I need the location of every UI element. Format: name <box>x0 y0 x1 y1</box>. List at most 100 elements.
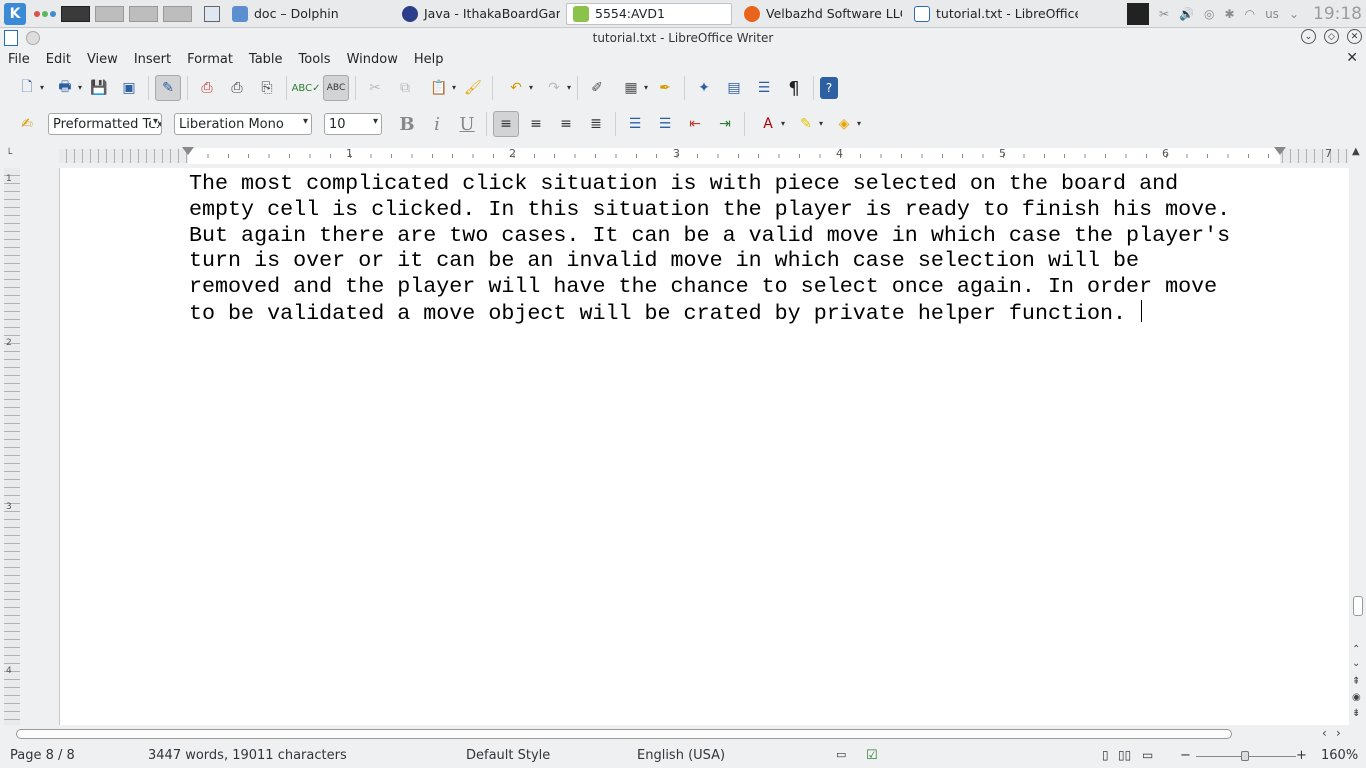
undo-icon[interactable]: ↶ <box>499 75 533 101</box>
autospellcheck-icon[interactable]: ABC <box>323 75 349 101</box>
bluetooth-icon[interactable]: ✱ <box>1225 7 1235 21</box>
print-direct-icon[interactable]: ⎙ <box>224 75 250 101</box>
export-pdf-icon[interactable]: ⎙ <box>194 75 220 101</box>
document-page[interactable]: The most complicated click situation is … <box>59 168 1349 725</box>
print-icon[interactable]: 🖶 <box>48 75 82 101</box>
underline-icon[interactable]: U <box>454 111 480 137</box>
page-indicator[interactable]: Page 8 / 8 <box>10 748 75 763</box>
network-icon[interactable]: ◎ <box>1204 7 1214 21</box>
volume-icon[interactable]: 🔊 <box>1179 7 1194 21</box>
print-preview-icon[interactable]: ⎘ <box>254 75 280 101</box>
decrease-indent-icon[interactable]: ⇤ <box>682 111 708 137</box>
page-style[interactable]: Default Style <box>466 748 550 763</box>
menu-file[interactable]: File <box>0 52 38 67</box>
horizontal-scrollbar[interactable]: ‹ › <box>0 726 1366 742</box>
increase-indent-icon[interactable]: ⇥ <box>712 111 738 137</box>
font-size-select[interactable]: 10 ▾ <box>324 113 382 135</box>
tab-stop-type-icon[interactable]: └ <box>6 149 12 160</box>
menu-window[interactable]: Window <box>339 52 406 67</box>
wifi-icon[interactable]: ◠ <box>1245 7 1255 21</box>
menu-table[interactable]: Table <box>241 52 291 67</box>
scroll-right-icon[interactable]: › <box>1336 726 1341 740</box>
close-document-icon[interactable]: ✕ <box>1346 50 1358 66</box>
scroll-up-arrow-icon[interactable]: ⌃ <box>1352 644 1360 655</box>
dropbox-icon[interactable] <box>1127 3 1150 25</box>
clone-formatting-icon[interactable]: 🖌 <box>460 75 486 101</box>
right-indent-marker[interactable] <box>1274 147 1286 155</box>
zoom-in-icon[interactable]: + <box>1296 748 1307 763</box>
keyboard-layout[interactable]: us <box>1265 7 1279 21</box>
redo-icon[interactable]: ↷ <box>537 75 571 101</box>
save-icon[interactable]: 💾 <box>86 75 112 101</box>
close-window-button[interactable]: ✕ <box>1347 29 1362 44</box>
show-draw-functions-icon[interactable]: ✒ <box>652 75 678 101</box>
gallery-icon[interactable]: ▤ <box>721 75 747 101</box>
background-color-icon[interactable]: ◈ <box>827 111 861 137</box>
desktop-4-pager[interactable] <box>163 5 192 22</box>
navigation-icon[interactable]: ◉ <box>1352 692 1361 703</box>
numbering-icon[interactable]: ☰ <box>622 111 648 137</box>
pin-icon[interactable] <box>26 31 40 45</box>
task-libreoffice[interactable]: tutorial.txt - LibreOffice <box>908 3 1078 25</box>
vertical-scrollbar[interactable]: ▲ ⌃ ⌄ ⇞ ◉ ⇟ <box>1350 146 1366 726</box>
menu-view[interactable]: View <box>79 52 126 67</box>
task-firefox[interactable]: Velbazhd Software LLC <box>738 3 902 25</box>
menu-edit[interactable]: Edit <box>38 52 79 67</box>
single-page-view-icon[interactable]: ▯ <box>1102 748 1109 762</box>
horizontal-scroll-thumb[interactable] <box>16 729 1232 739</box>
bullets-icon[interactable]: ☰ <box>652 111 678 137</box>
data-sources-icon[interactable]: ☰ <box>751 75 777 101</box>
desktop-1-pager[interactable] <box>61 5 90 22</box>
task-dolphin[interactable]: doc – Dolphin <box>226 3 390 25</box>
edit-mode-icon[interactable]: ✎ <box>155 75 181 101</box>
formatting-marks-icon[interactable]: ¶ <box>781 75 807 101</box>
writer-app-icon[interactable] <box>4 30 18 46</box>
justify-icon[interactable]: ≣ <box>583 111 609 137</box>
menu-tools[interactable]: Tools <box>291 52 339 67</box>
zoom-out-icon[interactable]: − <box>1180 748 1191 763</box>
help-icon[interactable]: ? <box>820 77 838 99</box>
word-count[interactable]: 3447 words, 19011 characters <box>148 748 347 763</box>
paragraph-style-select[interactable]: Preformatted Text ▾ <box>48 113 162 135</box>
menu-help[interactable]: Help <box>406 52 452 67</box>
activities-icon[interactable] <box>34 10 56 17</box>
document-modified-icon[interactable]: ☑ <box>866 748 878 763</box>
vertical-scroll-thumb[interactable] <box>1353 596 1363 616</box>
font-color-icon[interactable]: A <box>751 111 785 137</box>
left-indent-marker[interactable] <box>182 147 194 155</box>
task-java[interactable]: Java - IthakaBoardGame <box>396 3 560 25</box>
desktop-2-pager[interactable] <box>95 5 124 22</box>
scroll-left-icon[interactable]: ‹ <box>1322 726 1327 740</box>
hyperlink-icon[interactable]: ✐ <box>584 75 610 101</box>
scroll-down-arrow-icon[interactable]: ⌄ <box>1352 658 1360 669</box>
navigator-icon[interactable]: ✦ <box>691 75 717 101</box>
document-text[interactable]: The most complicated click situation is … <box>189 171 1284 327</box>
bold-icon[interactable]: B <box>394 111 420 137</box>
maximize-button[interactable]: ◇ <box>1324 29 1339 44</box>
font-name-select[interactable]: Liberation Mono ▾ <box>174 113 312 135</box>
notes-icon[interactable] <box>204 5 220 22</box>
paste-icon[interactable]: 📋 <box>422 75 456 101</box>
align-right-icon[interactable]: ≡ <box>553 111 579 137</box>
spellcheck-icon[interactable]: ABC✓ <box>292 75 321 101</box>
clock[interactable]: 19:18 <box>1313 4 1362 24</box>
book-view-icon[interactable]: ▭ <box>1142 748 1153 762</box>
multi-page-view-icon[interactable]: ▯▯ <box>1118 748 1131 762</box>
styles-formatting-icon[interactable]: ✍ <box>14 111 40 137</box>
italic-icon[interactable]: i <box>424 111 450 137</box>
tray-expand-icon[interactable]: ⌄ <box>1289 7 1299 21</box>
desktop-3-pager[interactable] <box>129 5 158 22</box>
horizontal-ruler[interactable]: └ 1 2 3 4 5 6 7 <box>0 146 1366 166</box>
minimize-button[interactable]: ⌄ <box>1301 29 1316 44</box>
table-icon[interactable]: ▦ <box>614 75 648 101</box>
next-page-icon[interactable]: ⇟ <box>1352 708 1360 719</box>
new-document-icon[interactable]: 🗋 <box>10 75 44 101</box>
previous-page-icon[interactable]: ⇞ <box>1352 676 1360 687</box>
copy-icon[interactable]: ⧉ <box>392 75 418 101</box>
scroll-up-icon[interactable]: ▲ <box>1352 146 1360 157</box>
menu-insert[interactable]: Insert <box>126 52 179 67</box>
vertical-ruler[interactable]: 1 2 3 4 <box>4 168 20 725</box>
align-left-icon[interactable]: ≡ <box>493 111 519 137</box>
align-center-icon[interactable]: ≡ <box>523 111 549 137</box>
zoom-slider-knob[interactable] <box>1241 751 1249 761</box>
